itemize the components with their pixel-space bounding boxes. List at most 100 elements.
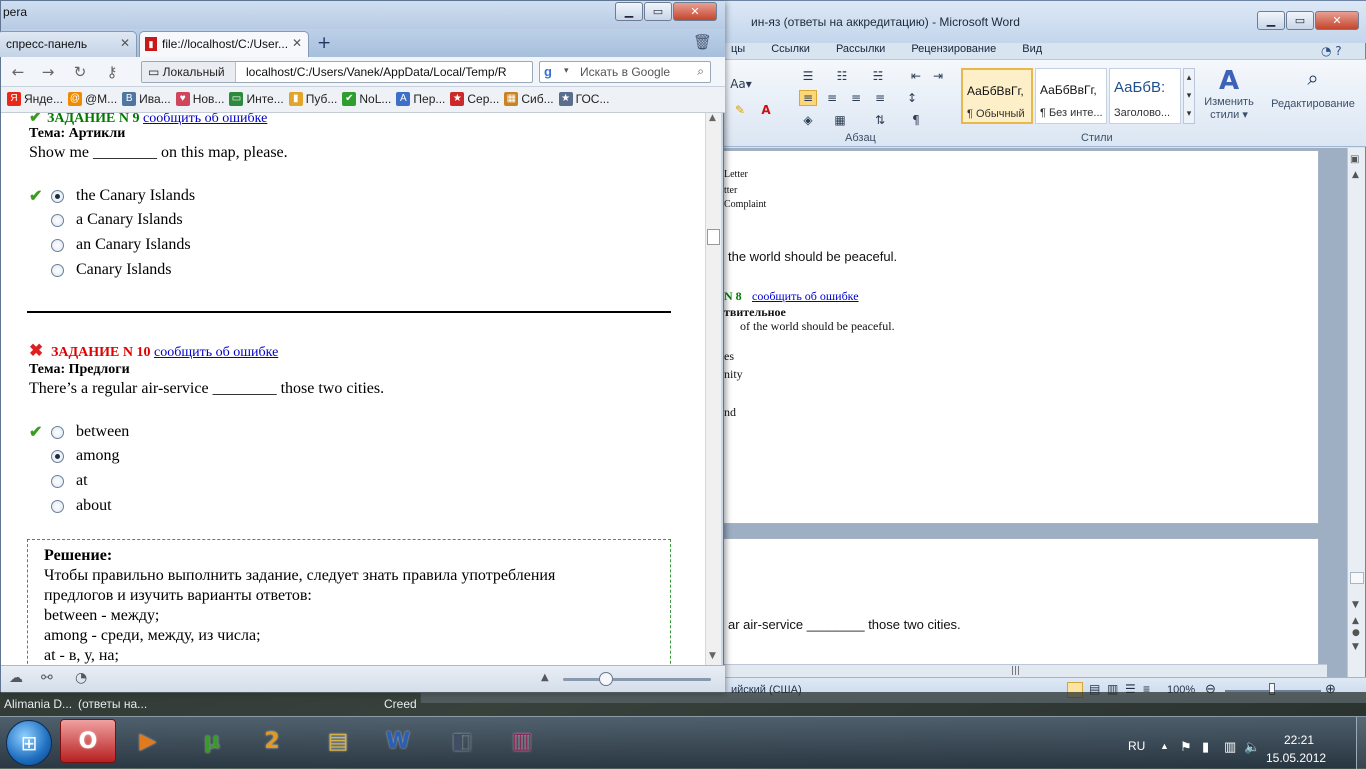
bookmark-item[interactable]: ▮ Пуб...	[288, 87, 343, 112]
bookmark-item[interactable]: A Пер...	[396, 87, 450, 112]
task10-option[interactable]: at	[51, 472, 88, 490]
browser-zoom-thumb[interactable]	[599, 672, 613, 686]
tab-local-file[interactable]: ▮ file://localhost/C:/User... ✕	[139, 31, 309, 57]
start-button[interactable]: ⊞	[6, 720, 52, 766]
radio-button[interactable]	[51, 499, 64, 513]
align-right-icon[interactable]: ≡	[847, 90, 865, 106]
bookmark-item[interactable]: ✔ NoL...	[342, 87, 396, 112]
volume-icon[interactable]: 🔈	[1244, 739, 1260, 755]
word-hscroll[interactable]: |||	[721, 664, 1327, 677]
clock-time[interactable]: 22:21	[1284, 733, 1314, 747]
change-styles-button[interactable]: A Изменить стили ▾	[1197, 66, 1261, 136]
close-icon[interactable]: ✕	[120, 36, 130, 50]
word-maximize-button[interactable]: ▭	[1286, 11, 1314, 30]
editing-button[interactable]: ⌕ Редактирование	[1261, 66, 1365, 136]
word-scroll-thumb[interactable]	[1350, 572, 1364, 584]
numbering-icon[interactable]: ☷	[833, 68, 851, 84]
prev-page-icon[interactable]: ▲	[1352, 616, 1359, 626]
cloud-icon[interactable]: ☁	[9, 670, 23, 686]
radio-button[interactable]	[51, 425, 64, 439]
scroll-down-icon[interactable]: ▼	[709, 651, 716, 661]
radio-button[interactable]	[51, 213, 64, 227]
align-left-icon[interactable]: ≡	[799, 90, 817, 106]
flag-icon[interactable]: ⚑	[1180, 739, 1192, 755]
task9-option[interactable]: Canary Islands	[51, 261, 172, 279]
justify-icon[interactable]: ≡	[871, 90, 889, 106]
clock-date[interactable]: 15.05.2012	[1266, 751, 1326, 765]
increase-indent-icon[interactable]: ⇥	[929, 68, 947, 84]
radio-button[interactable]	[51, 238, 64, 252]
taskbar-app-winrar[interactable]: ▥	[494, 719, 550, 763]
bookmark-item[interactable]: B Ива...	[122, 87, 176, 112]
align-center-icon[interactable]: ≡	[823, 90, 841, 106]
chevron-up-icon[interactable]: ▲	[541, 672, 549, 683]
style-normal[interactable]: АаБбВвГг, ¶ Обычный	[961, 68, 1033, 124]
taskbar-app-explorer[interactable]: ▤	[310, 719, 366, 763]
show-marks-icon[interactable]: ¶	[907, 112, 925, 128]
highlight-color-icon[interactable]: ✎	[731, 102, 749, 118]
scroll-up-icon[interactable]: ▲	[709, 113, 716, 123]
power-icon[interactable]: ▮	[1202, 739, 1209, 755]
task10-option[interactable]: among	[51, 447, 120, 465]
multilevel-list-icon[interactable]: ☵	[869, 68, 887, 84]
back-icon[interactable]: ←	[7, 63, 29, 81]
taskbar-app-opera[interactable]: O	[60, 719, 116, 763]
browser-vscroll[interactable]: ▲ ▼	[705, 113, 721, 665]
style-no-spacing[interactable]: АаБбВвГг, ¶ Без инте...	[1035, 68, 1107, 124]
font-color-icon[interactable]: A	[757, 102, 775, 118]
bookmark-item[interactable]: Я Янде...	[7, 87, 68, 112]
taskbar-app-media-pro[interactable]: ◧	[434, 719, 490, 763]
shading-icon[interactable]: ◈	[799, 112, 817, 128]
browser-scroll-thumb[interactable]	[707, 229, 720, 245]
bookmark-item[interactable]: ★ Сер...	[450, 87, 504, 112]
scroll-up-icon[interactable]: ▲	[1352, 170, 1359, 180]
share-icon[interactable]: ⚯	[41, 670, 53, 686]
language-indicator[interactable]: RU	[1128, 739, 1145, 753]
word-help-icon[interactable]: ◔ ?	[1321, 44, 1342, 58]
radio-button[interactable]	[51, 449, 64, 463]
bookmark-item[interactable]: ♥ Нов...	[175, 87, 230, 112]
ruler-toggle-icon[interactable]: ▣	[1350, 154, 1359, 165]
taskbar-app-utorrent[interactable]: µ	[184, 719, 240, 763]
search-input[interactable]: g ▾ Искать в Google ⌕	[539, 61, 711, 83]
next-page-icon[interactable]: ▼	[1352, 642, 1359, 652]
task9-option[interactable]: a Canary Islands	[51, 211, 183, 229]
browser-minimize-button[interactable]: ▁	[615, 2, 643, 21]
network-icon[interactable]: ▥	[1224, 739, 1236, 755]
scroll-down-icon[interactable]: ▼	[1352, 600, 1359, 610]
styles-gallery-scroll[interactable]: ▴ ▾ ▾	[1183, 68, 1195, 124]
word-tab-insert[interactable]: цы	[731, 43, 745, 59]
key-icon[interactable]: ⚷	[101, 63, 123, 81]
chevron-down-icon[interactable]: ▾	[564, 65, 569, 76]
browser-window[interactable]: pera ▁ ▭ ✕ спресс-панель ✕ ▮ file://loca…	[0, 0, 725, 693]
borders-icon[interactable]: ▦	[831, 112, 849, 128]
search-icon[interactable]: ⌕	[697, 64, 704, 79]
task10-report-error-link[interactable]: сообщить об ошибке	[154, 345, 278, 360]
speedometer-icon[interactable]: ◔	[75, 670, 87, 686]
strip-item[interactable]: (ответы на...	[78, 697, 147, 711]
address-input[interactable]: ▭ Локальный localhost/C:/Users/Vanek/App…	[141, 61, 533, 83]
bookmark-item[interactable]: ▭ Инте...	[229, 87, 288, 112]
local-badge[interactable]: ▭ Локальный	[142, 62, 236, 82]
browser-maximize-button[interactable]: ▭	[644, 2, 672, 21]
task9-option[interactable]: an Canary Islands	[51, 236, 191, 254]
word-tab-mailings[interactable]: Рассылки	[836, 43, 885, 59]
bullets-icon[interactable]: ☰	[799, 68, 817, 84]
word-tab-references[interactable]: Ссылки	[771, 43, 810, 59]
close-icon[interactable]: ✕	[292, 36, 302, 50]
reload-icon[interactable]: ↻	[69, 63, 91, 81]
taskbar-app-paint[interactable]: 2	[244, 719, 300, 763]
word-vscroll[interactable]: ▣ ▲ ▼ ▲ ● ▼	[1347, 148, 1365, 677]
new-tab-icon[interactable]: +	[317, 33, 331, 53]
strip-item[interactable]: Creed	[384, 697, 417, 711]
font-size-grow-icon[interactable]: Aa▾	[727, 76, 755, 92]
bookmark-item[interactable]: ▦ Сиб...	[504, 87, 558, 112]
bookmark-item[interactable]: ★ ГОС...	[558, 87, 615, 112]
browser-close-button[interactable]: ✕	[673, 2, 717, 21]
forward-icon[interactable]: →	[37, 63, 59, 81]
task10-option[interactable]: ✔ between	[29, 422, 129, 442]
browse-object-icon[interactable]: ●	[1352, 628, 1360, 638]
taskbar-app-word[interactable]: W	[370, 719, 426, 763]
browser-zoom-track[interactable]	[563, 678, 711, 681]
line-spacing-icon[interactable]: ↕	[903, 90, 921, 106]
